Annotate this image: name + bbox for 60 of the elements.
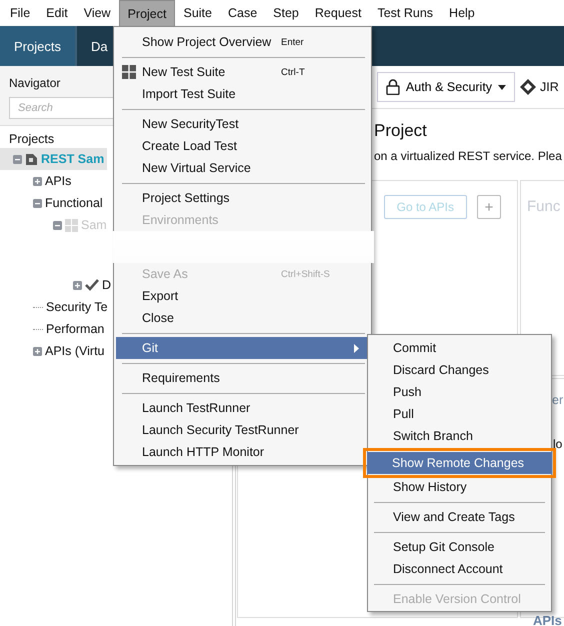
tree-item[interactable]: Performan (0, 318, 108, 340)
menu-item[interactable]: Discard Changes (368, 359, 551, 381)
collapse-icon[interactable] (13, 154, 22, 164)
panel-heading: er (552, 393, 564, 407)
diamond-icon (520, 79, 536, 95)
expand-icon[interactable] (73, 280, 82, 290)
section-heading: Projects (9, 132, 54, 146)
menu-item[interactable]: Switch Branch (368, 425, 551, 447)
tab[interactable]: Projects (0, 26, 77, 66)
caret-icon (498, 84, 506, 90)
menu-item[interactable]: Requirements (116, 367, 371, 389)
check-icon (85, 279, 99, 291)
menu-bar-item[interactable]: Case (220, 0, 266, 26)
menu-bar-item[interactable]: View (76, 0, 119, 26)
expand-icon[interactable] (33, 176, 42, 186)
menu-bar-item[interactable]: Request (306, 0, 370, 26)
tree-item[interactable]: Security Te (0, 296, 111, 318)
menu-item[interactable]: Pull (368, 403, 551, 425)
panel-title: Navigator (9, 76, 62, 90)
panel-heading: APIs (533, 614, 562, 626)
menu-item[interactable]: Export (116, 285, 371, 307)
collapse-icon[interactable] (33, 198, 42, 208)
grid-icon (65, 218, 78, 232)
panel-text: lo (553, 437, 562, 451)
menu-item[interactable]: Create Load Test (116, 135, 371, 157)
tree-item[interactable]: APIs (0, 170, 74, 192)
menu-item[interactable]: Setup Git Console (368, 536, 551, 558)
submenu-arrow-icon (354, 344, 359, 352)
menu-item[interactable]: Disconnect Account (368, 558, 551, 580)
tree-item[interactable]: D (0, 274, 114, 296)
project-icon (25, 152, 38, 166)
menu-item[interactable]: New Virtual Service (116, 157, 371, 179)
menu-bar-item[interactable]: Step (265, 0, 307, 26)
menu-item[interactable]: Launch TestRunner (116, 397, 371, 419)
auth-dropdown[interactable]: Auth & Security (377, 72, 515, 102)
menu-item[interactable]: View and Create Tags (368, 506, 551, 528)
tree-item[interactable]: APIs (Virtu (0, 340, 108, 362)
menu-bar-item[interactable]: Test Runs (369, 0, 442, 26)
expand-icon[interactable] (33, 346, 42, 356)
menu-item[interactable]: Show History (368, 476, 551, 498)
menu-item[interactable]: Launch Security TestRunner (116, 419, 371, 441)
description: on a virtualized REST service. Plea (374, 149, 563, 163)
menu-item[interactable]: New SecurityTest (116, 113, 371, 135)
jira-button[interactable]: JIR (520, 79, 559, 95)
menu-bar-item[interactable]: File (2, 0, 38, 26)
collapse-icon[interactable] (53, 220, 62, 230)
menu-item[interactable]: Import Test Suite (116, 83, 371, 105)
lock-icon (386, 79, 400, 95)
page-title: Project (374, 121, 428, 141)
menu-item[interactable]: Show Remote Changes (367, 452, 552, 474)
menu-bar-item[interactable]: Help (441, 0, 483, 26)
menu-item[interactable]: Push (368, 381, 551, 403)
menu-item[interactable]: Commit (368, 337, 551, 359)
tree-item[interactable]: Functional (0, 192, 106, 214)
grid-icon (122, 65, 136, 79)
menu-bar-item[interactable]: Suite (175, 0, 220, 26)
menu-bar-item[interactable]: Edit (38, 0, 76, 26)
menu-item[interactable]: Project Settings (116, 187, 371, 209)
menu-bar-item[interactable]: Project (118, 0, 176, 26)
menu-item[interactable]: Close (116, 307, 371, 329)
